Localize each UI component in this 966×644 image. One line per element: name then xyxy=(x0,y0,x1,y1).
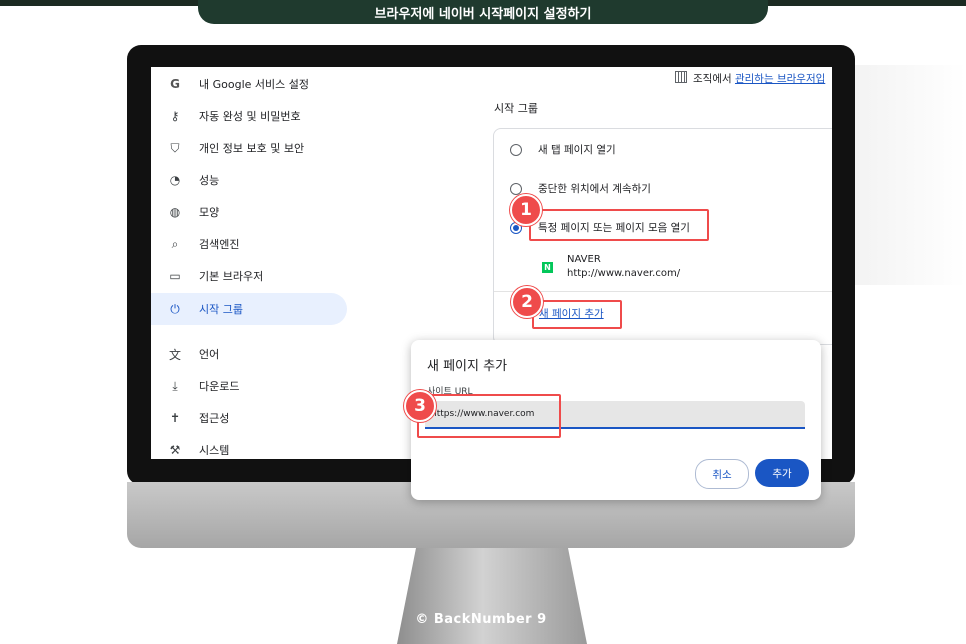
add-button[interactable]: 추가 xyxy=(755,459,809,487)
divider xyxy=(494,291,832,292)
option-new-tab[interactable]: 새 탭 페이지 열기 xyxy=(510,142,616,157)
managed-notice-text: 조직에서 xyxy=(693,73,735,85)
callout-url-input xyxy=(417,394,561,438)
step-badge-2: 2 xyxy=(511,286,543,318)
sidebar-item-label: 시작 그룹 xyxy=(199,303,243,316)
step-badge-3: 3 xyxy=(404,390,436,422)
sidebar-item-label: 내 Google 서비스 설정 xyxy=(199,78,309,91)
sidebar-item-privacy[interactable]: ⛉ 개인 정보 보호 및 보안 xyxy=(151,132,347,164)
sidebar-item-search-engine[interactable]: ⌕ 검색엔진 xyxy=(151,228,347,260)
sidebar-item-label: 개인 정보 보호 및 보안 xyxy=(199,142,305,155)
google-icon: G xyxy=(170,77,180,91)
accessibility-icon: ✝ xyxy=(169,411,181,425)
search-icon: ⌕ xyxy=(171,236,179,251)
background-shade xyxy=(855,65,966,285)
radio-button[interactable] xyxy=(510,143,522,156)
sidebar-item-performance[interactable]: ◔ 성능 xyxy=(151,164,347,196)
sidebar-item-default-browser[interactable]: ▭ 기본 브라우저 xyxy=(151,260,347,292)
sidebar-item-appearance[interactable]: ◍ 모양 xyxy=(151,196,347,228)
sidebar-item-label: 성능 xyxy=(199,174,220,187)
speedometer-icon: ◔ xyxy=(169,173,181,187)
translate-icon: 文 xyxy=(168,347,181,362)
sidebar-item-label: 자동 완성 및 비밀번호 xyxy=(199,110,301,123)
step-badge-1: 1 xyxy=(510,194,542,226)
managed-notice: 조직에서 관리하는 브라우저입 xyxy=(675,71,825,86)
download-icon: ⤓ xyxy=(172,378,178,393)
sidebar-item-label: 모양 xyxy=(199,206,220,219)
sidebar-item-accessibility[interactable]: ✝ 접근성 xyxy=(151,402,347,434)
sidebar-item-on-startup[interactable]: ⏻ 시작 그룹 xyxy=(151,293,347,325)
power-icon: ⏻ xyxy=(170,301,180,316)
browser-icon: ▭ xyxy=(169,269,181,283)
key-icon: ⚷ xyxy=(170,109,180,123)
site-url: http://www.naver.com/ xyxy=(567,268,681,279)
option-label: 새 탭 페이지 열기 xyxy=(538,144,616,156)
sidebar-item-label: 언어 xyxy=(199,348,220,361)
monitor-stand xyxy=(397,548,587,644)
settings-sidebar: G 내 Google 서비스 설정 ⚷ 자동 완성 및 비밀번호 ⛉ 개인 정보… xyxy=(151,67,351,459)
option-label: 중단한 위치에서 계속하기 xyxy=(538,183,651,195)
sidebar-item-label: 기본 브라우저 xyxy=(199,270,264,283)
cancel-button[interactable]: 취소 xyxy=(695,459,749,489)
site-name: NAVER xyxy=(567,254,601,265)
naver-favicon-icon: N xyxy=(542,262,553,273)
sidebar-item-languages[interactable]: 文 언어 xyxy=(151,338,347,370)
building-icon xyxy=(675,71,687,83)
section-title: 시작 그룹 xyxy=(494,102,538,115)
page-title-banner: 브라우저에 네이버 시작페이지 설정하기 xyxy=(198,0,768,24)
palette-icon: ◍ xyxy=(169,205,181,219)
sidebar-item-google-services[interactable]: G 내 Google 서비스 설정 xyxy=(151,68,347,100)
callout-add-page xyxy=(532,300,622,329)
sidebar-item-autofill[interactable]: ⚷ 자동 완성 및 비밀번호 xyxy=(151,100,347,132)
callout-specific-pages xyxy=(529,209,709,241)
sidebar-item-label: 시스템 xyxy=(199,444,230,457)
sidebar-item-label: 검색엔진 xyxy=(199,238,240,251)
radio-button[interactable] xyxy=(510,182,522,195)
wrench-icon: ⚒ xyxy=(169,443,181,457)
sidebar-item-label: 다운로드 xyxy=(199,380,240,393)
watermark-text: © BackNumber 9 xyxy=(415,612,547,627)
shield-icon: ⛉ xyxy=(170,140,180,155)
managed-browser-link[interactable]: 관리하는 브라우저입 xyxy=(735,73,825,85)
startup-page-entry: N NAVER http://www.naver.com/ xyxy=(542,254,680,279)
sidebar-item-downloads[interactable]: ⤓ 다운로드 xyxy=(151,370,347,402)
dialog-title: 새 페이지 추가 xyxy=(427,359,508,374)
option-continue[interactable]: 중단한 위치에서 계속하기 xyxy=(510,181,651,196)
sidebar-item-label: 접근성 xyxy=(199,412,230,425)
sidebar-item-system[interactable]: ⚒ 시스템 xyxy=(151,434,347,459)
watermark: © BackNumber 9 xyxy=(0,612,966,627)
